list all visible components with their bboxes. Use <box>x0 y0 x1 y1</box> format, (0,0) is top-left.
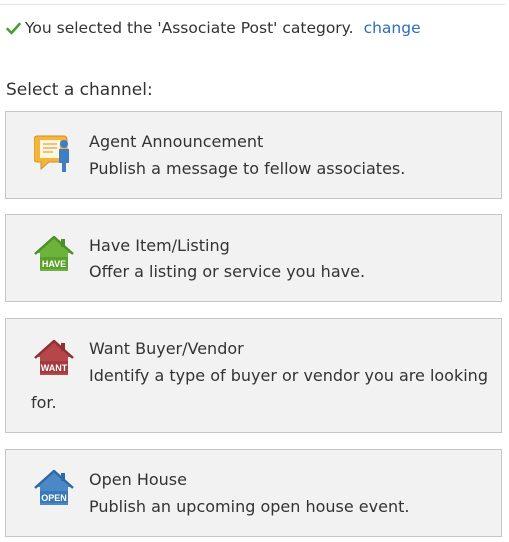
channel-description: Publish a message to fellow associates. <box>89 159 406 178</box>
change-link[interactable]: change <box>364 19 421 37</box>
announcement-icon <box>34 135 69 172</box>
house-badge: OPEN <box>41 493 67 503</box>
selection-status: You selected the 'Associate Post' catego… <box>6 17 421 39</box>
channel-title: Agent Announcement <box>89 132 264 151</box>
channel-description: Publish an upcoming open house event. <box>89 497 410 516</box>
channel-title: Want Buyer/Vendor <box>89 339 244 358</box>
top-divider <box>0 0 505 5</box>
channel-description-cont: for. <box>31 393 57 412</box>
status-message: You selected the 'Associate Post' catego… <box>25 19 354 37</box>
channel-prompt: Select a channel: <box>6 80 153 100</box>
house-badge: HAVE <box>42 259 66 269</box>
channel-agent-announcement[interactable]: Agent Announcement Publish a message to … <box>5 111 502 199</box>
house-open-icon: OPEN <box>34 469 74 505</box>
channel-title: Have Item/Listing <box>89 236 230 255</box>
channel-open-house[interactable]: OPEN Open House Publish an upcoming open… <box>5 449 502 537</box>
house-want-icon: WANT <box>34 339 74 375</box>
channel-title: Open House <box>89 470 187 489</box>
checkmark-icon <box>6 22 21 34</box>
house-have-icon: HAVE <box>34 235 74 271</box>
channel-have-item-listing[interactable]: HAVE Have Item/Listing Offer a listing o… <box>5 214 502 302</box>
house-badge: WANT <box>41 363 68 373</box>
channel-description: Offer a listing or service you have. <box>89 262 366 281</box>
channel-description: Identify a type of buyer or vendor you a… <box>89 366 488 385</box>
channel-want-buyer-vendor[interactable]: WANT Want Buyer/Vendor Identify a type o… <box>5 318 502 433</box>
